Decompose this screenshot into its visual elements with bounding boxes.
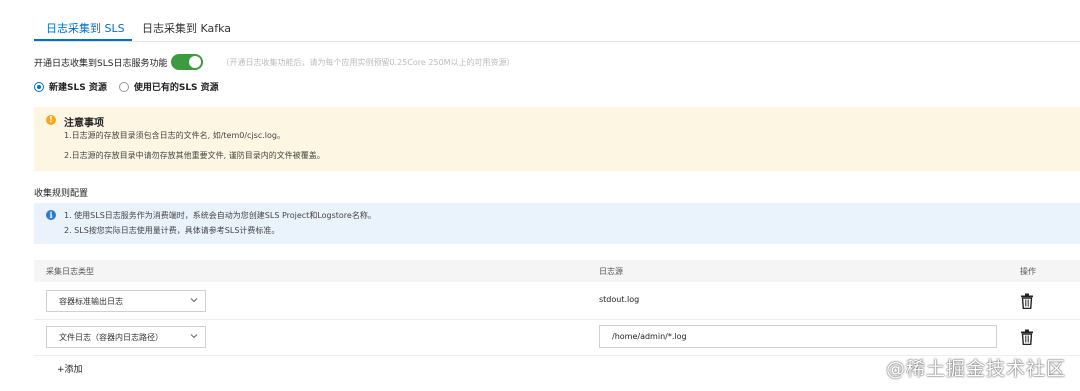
table-header: 采集日志类型 日志源 操作 [34, 260, 1080, 282]
switch-knob [189, 56, 202, 68]
log-collection-toggle-row: 开通日志收集到SLS日志服务功能 （开通日志收集功能后，请为每个应用实例预留0.… [34, 54, 515, 70]
column-header-source: 日志源 [599, 267, 623, 276]
tab-sls[interactable]: 日志采集到 SLS [46, 20, 125, 36]
sls-enable-switch[interactable] [171, 54, 204, 70]
add-rule-button[interactable]: +添加 [57, 362, 83, 375]
section-title: 收集规则配置 [34, 189, 89, 199]
info-icon: i [46, 210, 56, 220]
radio-existing-sls-label[interactable]: 使用已有的SLS 资源 [134, 80, 219, 93]
log-type-value: 容器标准输出日志 [59, 297, 123, 306]
tab-kafka[interactable]: 日志采集到 Kafka [142, 20, 231, 36]
log-type-select[interactable]: 容器标准输出日志 [46, 290, 206, 312]
notice-line: 2.日志源的存放目录中请勿存放其他重要文件, 谨防目录内的文件被覆盖。 [64, 151, 325, 160]
log-type-select[interactable]: 文件日志（容器内日志路径） [46, 326, 206, 348]
warning-icon: ! [46, 115, 56, 125]
info-line: 2. SLS按您实际日志使用量计费，具体请参考SLS计费标准。 [64, 226, 280, 235]
radio-new-sls-label[interactable]: 新建SLS 资源 [49, 80, 107, 93]
log-path-value: /home/admin/*.log [612, 332, 687, 341]
table-row: 文件日志（容器内日志路径） /home/admin/*.log [34, 319, 1080, 356]
chevron-down-icon [190, 334, 198, 339]
info-line: 1. 使用SLS日志服务作为消费端时，系统会自动为您创建SLS Project和… [64, 211, 376, 220]
resource-radio-group: 新建SLS 资源 使用已有的SLS 资源 [34, 80, 219, 93]
log-path-input[interactable]: /home/admin/*.log [599, 325, 997, 348]
notice-box: ! 注意事项 1.日志源的存放目录须包含日志的文件名, 如/tem0/cjsc.… [34, 107, 1080, 171]
table-row: 容器标准输出日志 stdout.log [34, 283, 1080, 320]
column-header-type: 采集日志类型 [46, 267, 94, 276]
column-header-actions: 操作 [1020, 267, 1036, 276]
log-source-text: stdout.log [599, 295, 640, 304]
watermark: @稀土掘金技术社区 [885, 358, 1066, 380]
log-type-value: 文件日志（容器内日志路径） [59, 333, 163, 342]
info-box: i 1. 使用SLS日志服务作为消费端时，系统会自动为您创建SLS Projec… [34, 203, 1080, 244]
radio-existing-sls[interactable] [118, 81, 129, 92]
toggle-label: 开通日志收集到SLS日志服务功能 [34, 58, 168, 69]
chevron-down-icon [190, 298, 198, 303]
toggle-hint: （开通日志收集功能后，请为每个应用实例预留0.25Core 250M以上的可用资… [221, 57, 515, 67]
radio-new-sls[interactable] [34, 81, 44, 92]
tab-bar: 日志采集到 SLS 日志采集到 Kafka [34, 0, 1080, 42]
notice-line: 1.日志源的存放目录须包含日志的文件名, 如/tem0/cjsc.log。 [64, 131, 285, 140]
notice-title: 注意事项 [64, 118, 104, 129]
active-tab-indicator [34, 39, 132, 41]
delete-icon[interactable] [1020, 329, 1034, 345]
delete-icon[interactable] [1020, 293, 1034, 309]
